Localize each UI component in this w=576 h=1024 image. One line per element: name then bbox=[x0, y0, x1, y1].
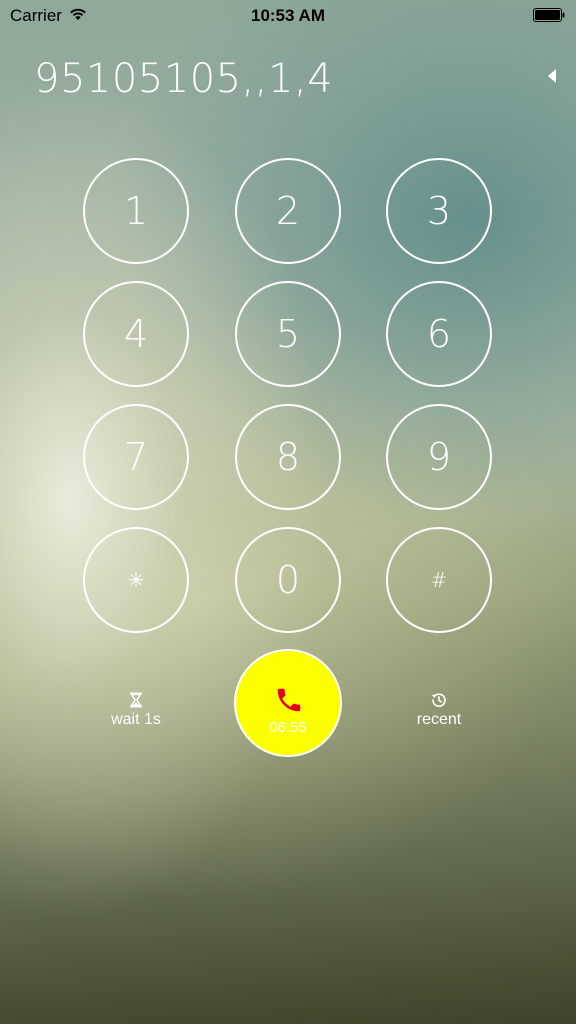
key-label: 7 bbox=[123, 435, 149, 479]
wait-label: wait 1s bbox=[111, 711, 161, 728]
phone-icon bbox=[277, 688, 301, 712]
key-7[interactable]: 7 bbox=[83, 404, 189, 510]
recent-label: recent bbox=[416, 711, 462, 728]
call-button[interactable]: 06:55 bbox=[234, 649, 342, 757]
key-2[interactable]: 2 bbox=[235, 158, 341, 264]
call-timer: 06:55 bbox=[269, 719, 307, 736]
key-hash[interactable]: # bbox=[386, 527, 492, 633]
key-8[interactable]: 8 bbox=[235, 404, 341, 510]
key-star[interactable]: ✳ bbox=[83, 527, 189, 633]
dialed-number: 95105105,,1,4 bbox=[34, 56, 334, 102]
hourglass-icon bbox=[130, 692, 142, 708]
background-overlay bbox=[0, 0, 576, 1024]
key-label: 0 bbox=[275, 558, 301, 602]
key-label: 9 bbox=[426, 435, 452, 479]
status-bar: Carrier 10:53 AM bbox=[0, 0, 576, 30]
key-5[interactable]: 5 bbox=[235, 281, 341, 387]
status-time: 10:53 AM bbox=[250, 6, 325, 25]
key-label: 5 bbox=[275, 312, 301, 356]
history-icon bbox=[431, 693, 446, 707]
wait-button[interactable]: wait 1s bbox=[76, 692, 196, 729]
key-label: 4 bbox=[123, 312, 149, 356]
backspace-icon[interactable] bbox=[546, 68, 558, 84]
key-9[interactable]: 9 bbox=[386, 404, 492, 510]
key-4[interactable]: 4 bbox=[83, 281, 189, 387]
key-label: 3 bbox=[426, 189, 452, 233]
key-label: ✳ bbox=[127, 568, 145, 592]
key-label: 1 bbox=[123, 189, 149, 233]
recent-button[interactable]: recent bbox=[379, 692, 499, 729]
key-label: 6 bbox=[426, 312, 452, 356]
key-label: # bbox=[430, 568, 448, 592]
key-3[interactable]: 3 bbox=[386, 158, 492, 264]
key-1[interactable]: 1 bbox=[83, 158, 189, 264]
key-6[interactable]: 6 bbox=[386, 281, 492, 387]
key-0[interactable]: 0 bbox=[235, 527, 341, 633]
key-label: 8 bbox=[275, 435, 301, 479]
key-label: 2 bbox=[275, 189, 301, 233]
battery-icon bbox=[533, 8, 565, 22]
